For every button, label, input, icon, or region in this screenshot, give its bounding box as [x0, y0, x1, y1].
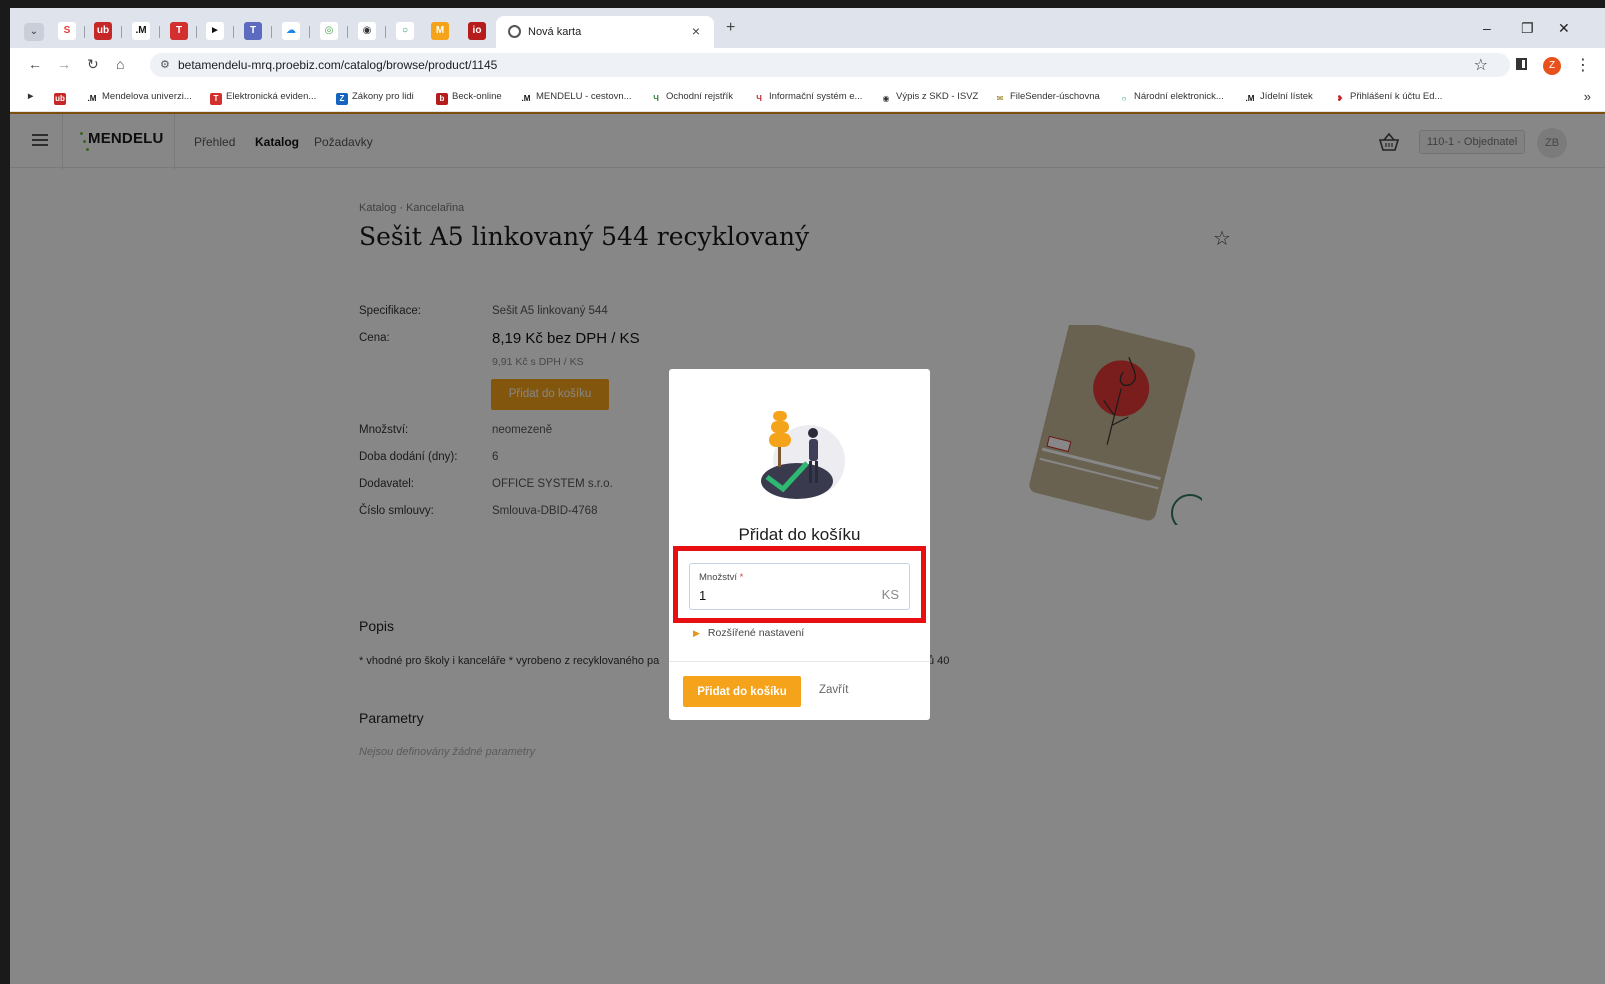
close-tab-icon[interactable]: ×: [692, 23, 700, 39]
close-window-icon[interactable]: ✕: [1558, 20, 1570, 37]
chrome-icon: [508, 25, 521, 38]
bookmark-item[interactable]: b Beck-online: [436, 91, 502, 105]
bookmark-item[interactable]: ○ Národní elektronick...: [1118, 91, 1224, 105]
bookmark-item[interactable]: ◉ Výpis z SKD - ISVZ: [880, 91, 978, 105]
reload-icon[interactable]: ↻: [87, 56, 99, 73]
pinned-tab-circle-icon[interactable]: ○: [396, 22, 414, 40]
bookmark-item[interactable]: T Elektronická eviden...: [210, 91, 316, 105]
bookmark-ub-icon[interactable]: ub: [54, 91, 70, 105]
restore-icon[interactable]: ❐: [1521, 20, 1534, 37]
advanced-settings-toggle[interactable]: ▶ Rozšířené nastavení: [693, 627, 804, 639]
bookmark-item[interactable]: Ч Ochodní rejstřík: [650, 91, 733, 105]
pinned-tab-cloud-icon[interactable]: ☁: [282, 22, 300, 40]
bookmarks-bar: ► ub .M Mendelova univerzi... T Elektronic…: [10, 82, 1605, 112]
pinned-tab-s-icon[interactable]: S: [58, 22, 76, 40]
quantity-field-label: Množství *: [699, 572, 744, 583]
pinned-tab-ub-icon[interactable]: ub: [94, 22, 112, 40]
quantity-input[interactable]: [699, 586, 859, 604]
add-to-cart-dialog: Přidat do košíku Množství * KS ▶Rozšířen…: [669, 369, 930, 720]
pinned-tab-t-icon[interactable]: T: [170, 22, 188, 40]
browser-menu-icon[interactable]: ⋮: [1575, 55, 1591, 75]
minimize-icon[interactable]: –: [1483, 20, 1491, 36]
pinned-tab-play-icon[interactable]: ►: [206, 22, 224, 40]
pinned-tab-m-icon[interactable]: M: [431, 22, 449, 40]
more-bookmarks-icon[interactable]: »: [1584, 89, 1591, 104]
bookmark-item[interactable]: ✉ FileSender-úschovna: [994, 91, 1100, 105]
dialog-close-button[interactable]: Zavřít: [819, 684, 848, 696]
tab-bar: ⌄ S ub .M T ► T ☁ ◎ ◉ ○ M io Nová karta …: [10, 8, 1605, 48]
url-input[interactable]: ⚙ betamendelu-mrq.proebiz.com/catalog/br…: [150, 53, 1510, 77]
tab-new-tab[interactable]: Nová karta ×: [496, 16, 714, 48]
site-settings-icon[interactable]: ⚙: [160, 58, 170, 71]
tab-search-icon[interactable]: ⌄: [24, 23, 44, 41]
tab-title: Nová karta: [528, 26, 582, 38]
pinned-tab-globe-icon[interactable]: ◉: [358, 22, 376, 40]
address-bar: ← → ↻ ⌂ ⚙ betamendelu-mrq.proebiz.com/ca…: [10, 48, 1605, 82]
pinned-tab-green-icon[interactable]: ◎: [320, 22, 338, 40]
pinned-tab-teams-icon[interactable]: T: [244, 22, 262, 40]
home-icon[interactable]: ⌂: [116, 56, 124, 72]
quantity-field[interactable]: Množství * KS: [689, 563, 910, 610]
back-icon[interactable]: ←: [28, 56, 42, 72]
bookmark-item[interactable]: .M MENDELU - cestovn...: [520, 91, 632, 105]
pinned-tab-mendelu-icon[interactable]: .M: [132, 22, 150, 40]
url-text: betamendelu-mrq.proebiz.com/catalog/brow…: [178, 58, 498, 72]
dialog-add-to-cart-button[interactable]: Přidat do košíku: [683, 676, 801, 707]
new-tab-icon[interactable]: +: [726, 19, 735, 37]
browser-window: ⌄ S ub .M T ► T ☁ ◎ ◉ ○ M io Nová karta …: [10, 8, 1605, 984]
app-page: MENDELU Přehled Katalog Požadavky 110-1 …: [10, 112, 1605, 984]
dialog-title: Přidat do košíku: [738, 525, 861, 544]
profile-avatar[interactable]: Z: [1543, 57, 1561, 75]
bookmark-item[interactable]: Ч Informační systém e...: [753, 91, 862, 105]
expand-triangle-icon: ▶: [693, 628, 700, 638]
bookmark-play-icon[interactable]: ►: [26, 91, 35, 102]
bookmark-item[interactable]: Z Zákony pro lidi: [336, 91, 414, 105]
pinned-tab-dark-icon[interactable]: io: [468, 22, 486, 40]
success-illustration-icon: [761, 411, 845, 499]
bookmark-star-icon[interactable]: ☆: [1474, 55, 1488, 75]
quantity-unit: KS: [881, 587, 899, 602]
side-panel-icon[interactable]: [1516, 58, 1527, 70]
forward-icon[interactable]: →: [57, 56, 71, 72]
bookmark-item[interactable]: .M Jídelní lístek: [1244, 91, 1313, 105]
bookmark-item[interactable]: ❥ Přihlášení k účtu Ed...: [1334, 91, 1442, 105]
bookmark-item[interactable]: .M Mendelova univerzi...: [86, 91, 192, 105]
